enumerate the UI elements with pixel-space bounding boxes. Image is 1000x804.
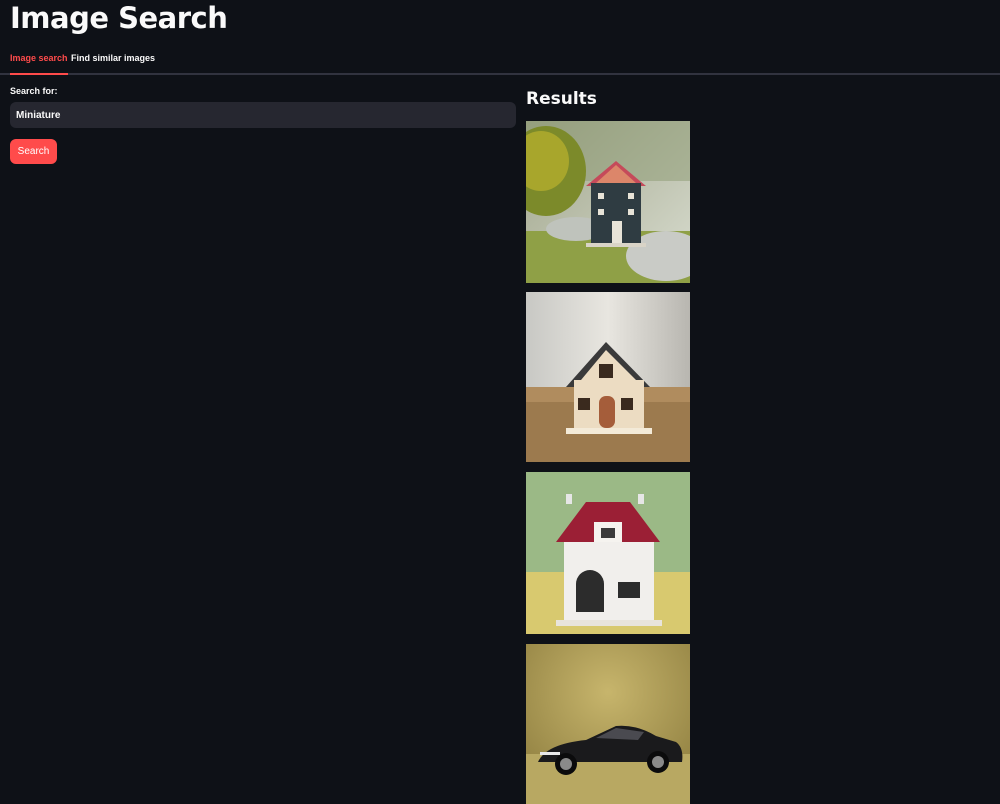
search-input[interactable]	[10, 102, 516, 128]
tab-image-search[interactable]: Image search	[10, 52, 68, 75]
house-image	[526, 472, 690, 634]
search-label: Search for:	[10, 86, 58, 96]
tab-find-similar-images[interactable]: Find similar images	[71, 52, 155, 73]
result-image-4[interactable]	[526, 644, 690, 804]
car-image	[526, 644, 690, 804]
results-title: Results	[526, 89, 597, 109]
result-image-3[interactable]	[526, 472, 690, 634]
house-image	[526, 121, 690, 283]
house-image	[526, 292, 690, 462]
result-image-2[interactable]	[526, 292, 690, 462]
page-title: Image Search	[10, 1, 228, 35]
tab-bar: Image search Find similar images	[0, 48, 1000, 75]
search-button[interactable]: Search	[10, 139, 57, 164]
result-image-1[interactable]	[526, 121, 690, 283]
